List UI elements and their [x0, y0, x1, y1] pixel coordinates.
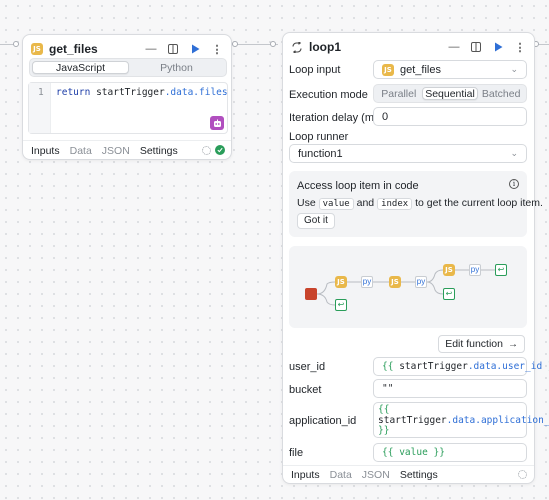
info-icon: i	[509, 179, 519, 189]
param-bucket-input[interactable]: ""	[373, 379, 527, 398]
edit-function-button[interactable]: Edit function →	[438, 335, 525, 353]
language-toggle: JavaScript Python	[29, 58, 227, 77]
loop-runner-value: function1	[298, 147, 343, 160]
tab-json[interactable]: JSON	[102, 145, 130, 157]
info-title: Access loop item in code	[297, 180, 419, 192]
run-icon[interactable]	[189, 43, 201, 55]
tab-settings[interactable]: Settings	[400, 469, 438, 481]
js-node-icon: JS	[389, 276, 401, 288]
tab-python[interactable]: Python	[129, 61, 224, 74]
tab-javascript[interactable]: JavaScript	[32, 61, 129, 74]
javascript-icon: JS	[382, 63, 394, 76]
connector-handle[interactable]	[13, 41, 19, 47]
loop-back-node-icon: ↩	[335, 299, 347, 311]
mode-parallel[interactable]: Parallel	[376, 87, 422, 100]
loop-icon	[291, 41, 303, 53]
info-body: Use value and index to get the current l…	[297, 197, 543, 210]
code-index: index	[377, 198, 413, 210]
loading-spinner-icon	[518, 470, 527, 479]
param-label: bucket	[289, 384, 322, 396]
loop-input-label: Loop input	[289, 64, 341, 76]
execution-mode-toggle: Parallel Sequential Batched	[373, 84, 527, 103]
node-title: loop1	[309, 40, 341, 54]
javascript-icon: JS	[31, 43, 43, 55]
get-files-node[interactable]: JS get_files — ⋮ JavaScript Python 1 ret…	[22, 34, 232, 160]
code-value: value	[318, 198, 354, 210]
node-title: get_files	[49, 42, 98, 56]
python-node-icon: py	[415, 276, 427, 288]
tab-data[interactable]: Data	[70, 145, 92, 157]
chevron-down-icon: ⌄	[510, 64, 518, 74]
arrow-right-icon: →	[508, 338, 518, 350]
loop-input-select[interactable]: JS get_files ⌄	[373, 60, 527, 79]
minimize-icon[interactable]: —	[448, 41, 460, 53]
edit-function-label: Edit function	[445, 338, 503, 350]
ai-assistant-icon[interactable]	[210, 116, 224, 130]
loop-info-callout: Access loop item in code i Use value and…	[289, 171, 543, 237]
tab-inputs[interactable]: Inputs	[291, 469, 320, 481]
param-file-input[interactable]: {{ value }}	[373, 443, 527, 462]
loop-flow-preview: JS ↩ py JS py JS ↩ py ↩	[289, 246, 527, 328]
param-application-id-input[interactable]: {{ startTrigger.data.application_id }}	[373, 402, 549, 438]
connector-handle[interactable]	[232, 41, 238, 47]
execution-mode-label: Execution mode	[289, 89, 368, 101]
start-trigger-node-icon	[305, 288, 317, 300]
loop-back-node-icon: ↩	[443, 288, 455, 300]
connector-handle[interactable]	[270, 41, 276, 47]
more-options-icon[interactable]: ⋮	[514, 41, 526, 54]
code-keyword: return	[56, 87, 91, 98]
iteration-delay-value: 0	[382, 110, 389, 123]
got-it-button[interactable]: Got it	[297, 213, 335, 229]
tab-inputs[interactable]: Inputs	[31, 145, 60, 157]
success-check-icon	[215, 145, 225, 155]
code-object: startTrigger	[96, 87, 165, 98]
left-bottom-tabs: Inputs Data JSON Settings	[31, 145, 178, 157]
python-node-icon: py	[361, 276, 373, 288]
js-node-icon: JS	[335, 276, 347, 288]
code-editor[interactable]: 1 return startTrigger.data.files	[28, 82, 228, 134]
loop-runner-label: Loop runner	[289, 131, 349, 143]
param-user-id-input[interactable]: {{ startTrigger.data.user_id }}	[373, 357, 549, 376]
param-label: user_id	[289, 361, 326, 373]
chevron-down-icon: ⌄	[510, 148, 518, 158]
param-label: file	[289, 447, 304, 459]
loop-bottom-tabs: Inputs Data JSON Settings	[291, 469, 438, 481]
minimize-icon[interactable]: —	[145, 43, 157, 55]
expand-panel-icon[interactable]	[167, 43, 179, 55]
mode-batched[interactable]: Batched	[478, 87, 524, 100]
tab-data[interactable]: Data	[330, 469, 352, 481]
run-icon[interactable]	[492, 41, 504, 53]
tab-settings[interactable]: Settings	[140, 145, 178, 157]
js-node-icon: JS	[443, 264, 455, 276]
expand-panel-icon[interactable]	[470, 41, 482, 53]
param-label: application_id	[289, 415, 357, 427]
line-number: 1	[38, 87, 44, 98]
code-property: .data.files	[164, 87, 228, 98]
tab-json[interactable]: JSON	[362, 469, 390, 481]
code-line: return startTrigger.data.files	[56, 87, 228, 98]
loop-node[interactable]: loop1 — ⋮ Loop input JS get_files ⌄ Exec…	[282, 32, 549, 484]
loop-back-node-icon: ↩	[495, 264, 507, 276]
mode-sequential[interactable]: Sequential	[421, 87, 479, 100]
iteration-delay-label: Iteration delay (ms)	[289, 112, 384, 124]
python-node-icon: py	[469, 264, 481, 276]
iteration-delay-input[interactable]: 0	[373, 107, 527, 126]
loop-runner-select[interactable]: function1 ⌄	[289, 144, 527, 163]
loop-input-value: get_files	[400, 63, 441, 76]
loading-spinner-icon	[202, 146, 211, 155]
more-options-icon[interactable]: ⋮	[211, 43, 223, 56]
